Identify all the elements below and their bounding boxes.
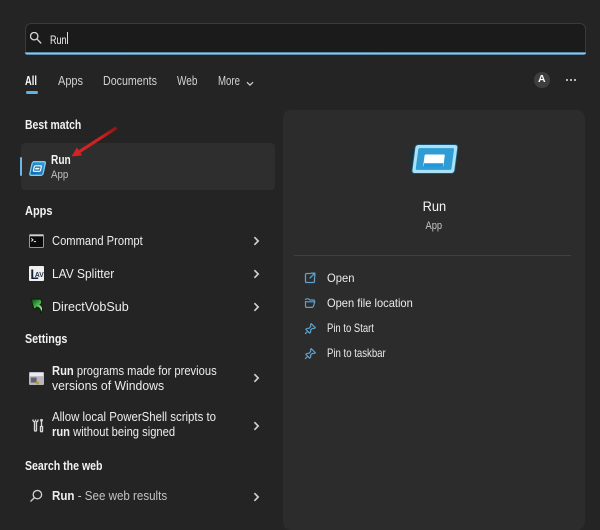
svg-text:AV: AV bbox=[35, 270, 44, 279]
